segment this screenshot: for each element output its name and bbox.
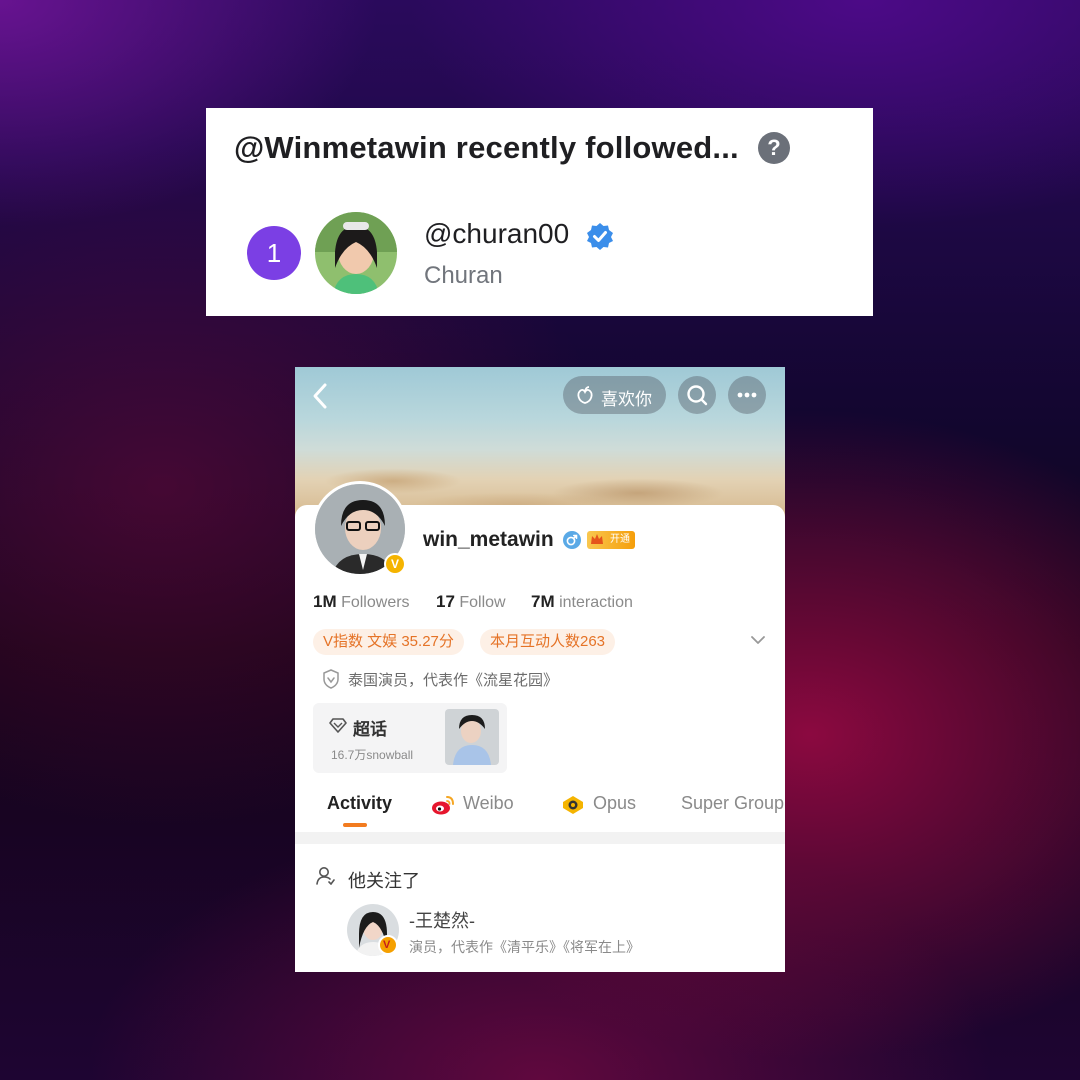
tab-super-group[interactable]: Super Group (681, 793, 784, 814)
stat-label: Follow (459, 594, 506, 611)
active-tab-indicator (343, 823, 367, 827)
weibo-profile-screenshot: 喜欢你 V win_metawin 开通 1M Followers 17 Fol… (295, 367, 785, 972)
super-topic-subtitle: 16.7万snowball (331, 748, 414, 762)
following-label: 他关注了 (348, 871, 420, 891)
opus-icon (563, 796, 583, 814)
avatar[interactable] (315, 212, 397, 294)
followed-user-bio: 演员，代表作《清平乐》《将军在上》 (409, 939, 640, 955)
stat-label: Followers (341, 594, 410, 611)
tab-opus-label: Opus (593, 793, 637, 813)
stat-value: 7M (531, 592, 555, 611)
verified-badge-icon (587, 223, 613, 250)
chevron-left-icon[interactable] (309, 381, 331, 411)
bio-text: 泰国演员，代表作《流星花园》 (348, 672, 559, 689)
card-title: @Winmetawin recently followed... (234, 130, 739, 165)
monthly-interaction-tag[interactable]: 本月互动人数263 (480, 629, 616, 655)
super-topic-thumbnail (445, 709, 499, 765)
weibo-icon (432, 796, 454, 815)
diamond-icon (329, 718, 347, 733)
user-icon (316, 867, 335, 885)
stat-value: 17 (436, 592, 455, 611)
tab-weibo[interactable]: Weibo (431, 793, 514, 815)
more-dots-icon (737, 392, 757, 398)
followed-user-name[interactable]: -王楚然- (409, 907, 475, 933)
chevron-down-icon[interactable] (749, 633, 767, 647)
stat-followers[interactable]: 1M Followers (313, 592, 410, 612)
vip-badge[interactable]: 开通 (587, 531, 635, 549)
v-index-tag[interactable]: V指数 文娱 35.27分 (313, 629, 464, 655)
profile-tabs: Activity Weibo Opus Super Group (295, 793, 785, 833)
question-circle-icon[interactable]: ? (758, 132, 790, 164)
super-topic-card[interactable]: 超话 16.7万snowball (313, 703, 507, 773)
super-topic-title: 超话 (353, 720, 387, 739)
section-divider (295, 832, 785, 844)
rank-badge: 1 (247, 226, 301, 280)
shield-check-icon (323, 669, 339, 689)
search-button[interactable] (678, 376, 716, 414)
crown-icon (591, 534, 603, 544)
recently-followed-card: @Winmetawin recently followed... ? 1 @ch… (206, 108, 873, 316)
search-icon (687, 385, 708, 406)
peach-icon (577, 386, 593, 404)
vip-label: 开通 (610, 534, 630, 545)
username: win_metawin (423, 528, 554, 551)
display-name: Churan (424, 262, 503, 289)
more-button[interactable] (728, 376, 766, 414)
like-you-button[interactable]: 喜欢你 (563, 376, 666, 414)
user-handle[interactable]: @churan00 (424, 218, 569, 250)
verified-v-badge: V (384, 553, 406, 575)
tab-activity[interactable]: Activity (327, 793, 392, 814)
stat-interaction[interactable]: 7M interaction (531, 592, 633, 612)
tab-opus[interactable]: Opus (561, 793, 636, 814)
stat-label: interaction (559, 594, 633, 611)
verified-red-v-badge: V (378, 935, 398, 955)
stat-value: 1M (313, 592, 337, 611)
male-icon (563, 531, 581, 549)
like-label: 喜欢你 (601, 390, 652, 409)
tab-weibo-label: Weibo (463, 793, 514, 813)
stat-follow[interactable]: 17 Follow (436, 592, 506, 612)
